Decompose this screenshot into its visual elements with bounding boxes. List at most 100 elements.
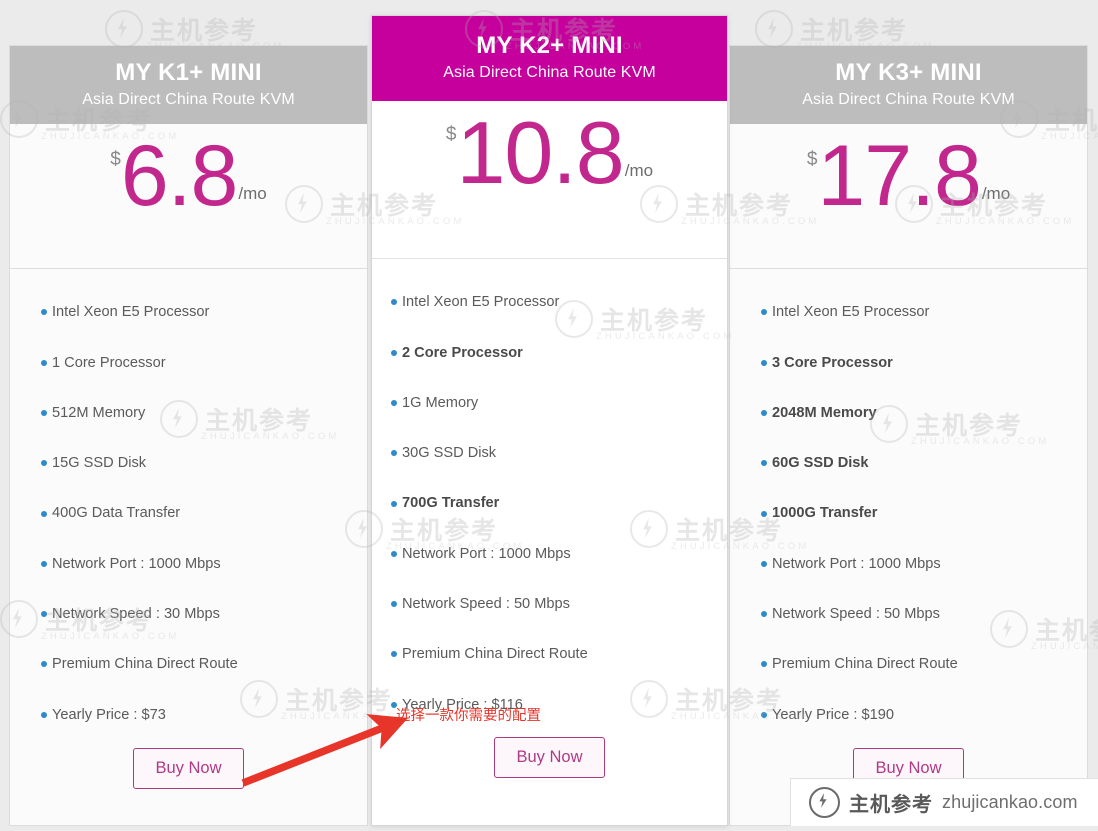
feature-label: 700G Transfer xyxy=(402,495,500,512)
feature-label: Intel Xeon E5 Processor xyxy=(772,304,930,321)
feature-label: 1G Memory xyxy=(402,394,479,411)
feature-item: Premium China Direct Route xyxy=(730,639,1087,689)
card-header-k2: MY K2+ MINI Asia Direct China Route KVM xyxy=(372,16,727,102)
buy-button-wrap: Buy Now xyxy=(372,736,727,779)
feature-item: Network Speed : 50 Mbps xyxy=(372,579,727,629)
bullet-icon xyxy=(41,510,47,517)
feature-label: 1 Core Processor xyxy=(52,354,166,371)
plan-title: MY K1+ MINI xyxy=(115,59,262,86)
feature-item: Network Speed : 30 Mbps xyxy=(10,589,367,639)
feature-item: Premium China Direct Route xyxy=(372,629,727,679)
price-amount: 6.8 xyxy=(120,128,239,225)
price-currency: $ xyxy=(110,149,121,171)
site-badge-url: zhujicankao.com xyxy=(942,792,1078,812)
price-currency: $ xyxy=(445,124,457,146)
bullet-icon xyxy=(761,510,767,517)
feature-item: Intel Xeon E5 Processor xyxy=(730,287,1087,337)
feature-label: Premium China Direct Route xyxy=(52,656,238,673)
plan-title: MY K2+ MINI xyxy=(476,32,623,59)
bullet-icon xyxy=(761,560,767,567)
feature-label: Yearly Price : $190 xyxy=(772,706,894,723)
feature-item: Premium China Direct Route xyxy=(10,639,367,689)
feature-item: Yearly Price : $73 xyxy=(10,690,367,740)
bullet-icon xyxy=(761,359,767,366)
feature-label: Intel Xeon E5 Processor xyxy=(402,294,560,311)
bullet-icon xyxy=(391,550,397,557)
bullet-icon xyxy=(391,601,397,608)
price-period: /mo xyxy=(238,183,267,203)
feature-list-k2: Intel Xeon E5 Processor 2 Core Processor 1… xyxy=(372,259,727,730)
feature-label: Intel Xeon E5 Processor xyxy=(52,304,210,321)
feature-label: Network Port : 1000 Mbps xyxy=(402,545,571,562)
pricing-card-k1: MY K1+ MINI Asia Direct China Route KVM $6… xyxy=(9,45,368,826)
feature-item: 700G Transfer xyxy=(372,478,727,528)
feature-label: 3 Core Processor xyxy=(772,354,893,371)
feature-item: 1000G Transfer xyxy=(730,488,1087,538)
price-currency: $ xyxy=(806,149,818,171)
price-box-k2: $10.8/mo xyxy=(372,101,727,260)
pricing-card-k3: MY K3+ MINI Asia Direct China Route KVM $1… xyxy=(729,45,1088,826)
feature-item: Network Port : 1000 Mbps xyxy=(372,529,727,579)
bullet-icon xyxy=(391,450,397,457)
price-box-k1: $6.8/mo xyxy=(10,124,367,270)
feature-item: 1 Core Processor xyxy=(10,338,367,388)
feature-item: 60G SSD Disk xyxy=(730,438,1087,488)
feature-list-k3: Intel Xeon E5 Processor 3 Core Processor 2… xyxy=(730,269,1087,740)
feature-item: 1G Memory xyxy=(372,378,727,428)
bullet-icon xyxy=(761,711,767,718)
bullet-icon xyxy=(761,309,767,316)
feature-item: 2048M Memory xyxy=(730,388,1087,438)
feature-item: 512M Memory xyxy=(10,388,367,438)
bullet-icon xyxy=(761,410,767,416)
feature-item: Network Port : 1000 Mbps xyxy=(730,539,1087,589)
bullet-icon xyxy=(41,560,47,567)
pricing-cards-container: MY K1+ MINI Asia Direct China Route KVM $6… xyxy=(0,0,1098,826)
feature-label: Yearly Price : $73 xyxy=(52,706,166,723)
price-amount: 17.8 xyxy=(817,128,981,225)
feature-label: 2 Core Processor xyxy=(402,344,523,361)
site-badge-name: 主机参考 xyxy=(849,794,933,816)
bullet-icon xyxy=(761,661,767,668)
feature-label: 2048M Memory xyxy=(772,404,877,421)
feature-label: Network Speed : 30 Mbps xyxy=(52,606,220,623)
bullet-icon xyxy=(41,410,47,416)
feature-label: 30G SSD Disk xyxy=(402,445,497,462)
feature-label: Network Port : 1000 Mbps xyxy=(772,555,941,572)
feature-label: 400G Data Transfer xyxy=(52,505,181,522)
site-watermark-badge: 主机参考 zhujicankao.com xyxy=(790,778,1098,826)
bullet-icon xyxy=(761,460,767,467)
buy-button-wrap: Buy Now xyxy=(10,747,367,790)
feature-list-k1: Intel Xeon E5 Processor 1 Core Processor 5… xyxy=(10,269,367,740)
bullet-icon xyxy=(41,460,47,467)
plan-subtitle: Asia Direct China Route KVM xyxy=(82,90,295,108)
feature-label: 1000G Transfer xyxy=(772,505,878,522)
bullet-icon xyxy=(391,400,397,406)
pricing-card-k2: MY K2+ MINI Asia Direct China Route KVM $1… xyxy=(371,15,728,826)
feature-item: Network Speed : 50 Mbps xyxy=(730,589,1087,639)
feature-item: 400G Data Transfer xyxy=(10,488,367,538)
feature-item: 30G SSD Disk xyxy=(372,428,727,478)
price-box-k3: $17.8/mo xyxy=(730,124,1087,270)
feature-label: Premium China Direct Route xyxy=(402,646,588,663)
feature-item: Yearly Price : $190 xyxy=(730,690,1087,740)
card-header-k1: MY K1+ MINI Asia Direct China Route KVM xyxy=(10,46,367,125)
feature-label: 512M Memory xyxy=(52,404,146,421)
price-period: /mo xyxy=(624,160,654,180)
bullet-icon xyxy=(41,611,47,618)
plan-subtitle: Asia Direct China Route KVM xyxy=(802,90,1015,108)
feature-item: Intel Xeon E5 Processor xyxy=(372,277,727,327)
feature-label: Network Port : 1000 Mbps xyxy=(52,555,221,572)
buy-now-button-k2[interactable]: Buy Now xyxy=(494,736,605,779)
card-header-k3: MY K3+ MINI Asia Direct China Route KVM xyxy=(730,46,1087,125)
bullet-icon xyxy=(391,349,397,356)
buy-now-button-k1[interactable]: Buy Now xyxy=(133,747,244,790)
plan-subtitle: Asia Direct China Route KVM xyxy=(443,63,656,81)
zhujicankao-logo-icon xyxy=(809,787,840,818)
bullet-icon xyxy=(391,651,397,658)
price-amount: 10.8 xyxy=(456,103,624,203)
bullet-icon xyxy=(41,661,47,668)
bullet-icon xyxy=(391,299,397,306)
bullet-icon xyxy=(41,309,47,316)
bullet-icon xyxy=(391,500,397,507)
plan-title: MY K3+ MINI xyxy=(835,59,982,86)
